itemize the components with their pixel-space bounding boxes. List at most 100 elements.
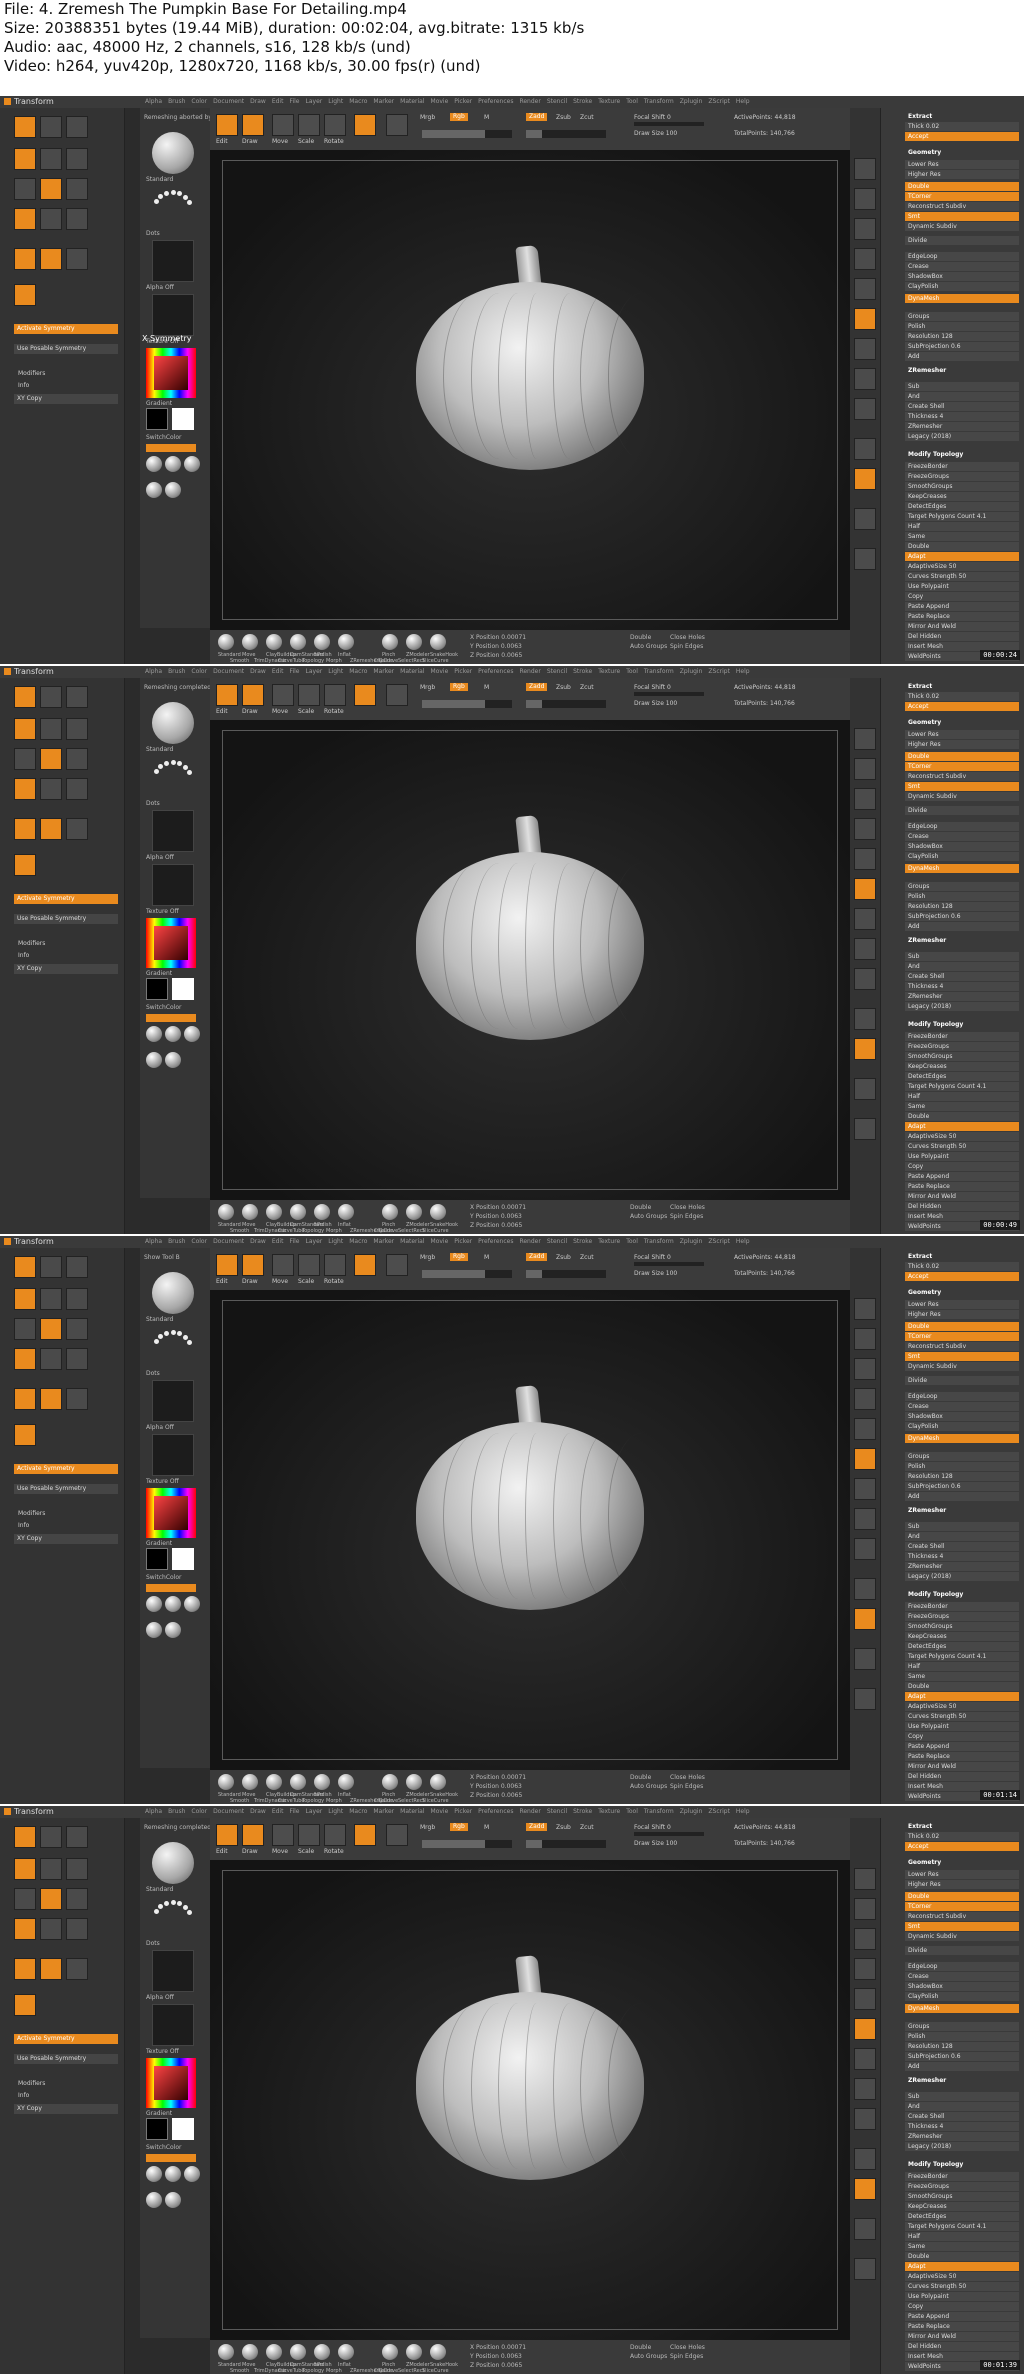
brush-icon[interactable] — [218, 2344, 234, 2360]
view-control-button[interactable] — [854, 1988, 876, 2010]
tool-button[interactable] — [14, 148, 36, 170]
focal-shift-slider[interactable] — [634, 1832, 704, 1836]
palette-item[interactable]: KeepCreases — [905, 492, 1019, 501]
brush-icon[interactable] — [382, 1204, 398, 1220]
menu-item[interactable]: Light — [328, 1806, 343, 1818]
rgb-toggle[interactable]: Rgb — [450, 683, 468, 691]
menu-item[interactable]: Transform — [644, 666, 674, 678]
brush-field[interactable]: Close Holes — [670, 634, 705, 641]
material-icon[interactable] — [184, 2166, 200, 2182]
palette-item[interactable]: Smt — [905, 1352, 1019, 1361]
toolbar-button[interactable] — [354, 1824, 376, 1846]
palette-item[interactable]: Groups — [905, 1452, 1019, 1461]
tool-button[interactable] — [14, 116, 36, 138]
palette-item[interactable]: Double — [905, 1892, 1019, 1901]
palette-item[interactable]: Half — [905, 1092, 1019, 1101]
brush-field[interactable]: Y Position 0.0063 — [470, 1783, 522, 1790]
palette-item[interactable]: DynaMesh — [905, 864, 1019, 873]
toolbar-button[interactable] — [386, 114, 408, 136]
palette-item[interactable]: DetectEdges — [905, 1072, 1019, 1081]
palette-item[interactable]: Higher Res — [905, 170, 1019, 179]
z-intensity-slider[interactable] — [526, 700, 606, 708]
brush-icon[interactable] — [314, 1774, 330, 1790]
color-picker-icon[interactable] — [146, 918, 196, 968]
palette-item[interactable]: Geometry — [905, 148, 1019, 157]
menu-item[interactable]: Brush — [168, 666, 185, 678]
menu-item[interactable]: ZScript — [708, 1236, 730, 1248]
palette-item[interactable]: Add — [905, 2062, 1019, 2071]
menu-item[interactable]: Macro — [349, 1236, 367, 1248]
menu-item[interactable]: Color — [191, 666, 207, 678]
palette-item[interactable]: Dynamic Subdiv — [905, 222, 1019, 231]
palette-item[interactable]: SmoothGroups — [905, 1052, 1019, 1061]
z-intensity-slider[interactable] — [526, 1270, 606, 1278]
alpha-off-icon[interactable] — [152, 810, 194, 852]
view-control-button[interactable] — [854, 308, 876, 330]
menu-item[interactable]: Alpha — [145, 666, 162, 678]
palette-item[interactable]: Target Polygons Count 4.1 — [905, 512, 1019, 521]
palette-item[interactable]: Polish — [905, 322, 1019, 331]
tool-button[interactable] — [40, 178, 62, 200]
palette-item[interactable]: Add — [905, 922, 1019, 931]
menu-item[interactable]: Help — [736, 96, 750, 108]
material-icon[interactable] — [146, 1622, 162, 1638]
view-control-button[interactable] — [854, 248, 876, 270]
view-control-button[interactable] — [854, 818, 876, 840]
palette-item[interactable]: FreezeBorder — [905, 462, 1019, 471]
view-control-button[interactable] — [854, 188, 876, 210]
view-control-button[interactable] — [854, 1328, 876, 1350]
view-control-button[interactable] — [854, 1508, 876, 1530]
toolbar-button[interactable] — [272, 1824, 294, 1846]
brush-field[interactable]: Z Position 0.0065 — [470, 1222, 522, 1229]
palette-item[interactable]: Same — [905, 532, 1019, 541]
tool-button[interactable] — [14, 1826, 36, 1848]
zsub-label[interactable]: Zsub — [556, 1824, 571, 1831]
alpha-off-icon[interactable] — [152, 240, 194, 282]
palette-item[interactable]: Paste Replace — [905, 1182, 1019, 1191]
menu-item[interactable]: ZScript — [708, 666, 730, 678]
view-control-button[interactable] — [854, 1958, 876, 1980]
palette-item[interactable]: Paste Replace — [905, 2322, 1019, 2331]
palette-item[interactable]: Adapt — [905, 1122, 1019, 1131]
palette-item[interactable]: FreezeGroups — [905, 1042, 1019, 1051]
view-control-button[interactable] — [854, 338, 876, 360]
view-control-button[interactable] — [854, 2218, 876, 2240]
standard-brush-icon[interactable] — [152, 1842, 194, 1884]
material-icon[interactable] — [146, 1596, 162, 1612]
tool-button[interactable] — [14, 178, 36, 200]
menu-item[interactable]: Render — [519, 1236, 540, 1248]
tool-button[interactable] — [66, 818, 88, 840]
tool-button[interactable] — [14, 1424, 36, 1446]
palette-item[interactable]: ShadowBox — [905, 1982, 1019, 1991]
palette-item[interactable]: DetectEdges — [905, 2212, 1019, 2221]
toolbar-button[interactable] — [216, 684, 238, 706]
palette-item[interactable]: And — [905, 392, 1019, 401]
palette-item[interactable]: Polish — [905, 2032, 1019, 2041]
menu-item[interactable]: Marker — [373, 666, 394, 678]
palette-item[interactable]: Del Hidden — [905, 1772, 1019, 1781]
palette-item[interactable]: Crease — [905, 1972, 1019, 1981]
menu-item[interactable]: Tool — [626, 666, 638, 678]
palette-item[interactable]: Extract — [905, 1252, 1019, 1261]
menu-item[interactable]: Movie — [431, 1236, 449, 1248]
menu-item[interactable]: Transform — [644, 1806, 674, 1818]
menu-item[interactable]: Texture — [598, 96, 620, 108]
menu-item[interactable]: Texture — [598, 666, 620, 678]
menu-item[interactable]: Movie — [431, 1806, 449, 1818]
menu-item[interactable]: Marker — [373, 96, 394, 108]
brush-field[interactable]: Double — [630, 2344, 651, 2351]
toolbar-button[interactable] — [298, 1824, 320, 1846]
brush-icon[interactable] — [382, 634, 398, 650]
toolbar-button[interactable] — [242, 1824, 264, 1846]
tool-button[interactable] — [40, 1318, 62, 1340]
palette-item[interactable]: Del Hidden — [905, 1202, 1019, 1211]
palette-item[interactable]: ShadowBox — [905, 1412, 1019, 1421]
palette-item[interactable]: Mirror And Weld — [905, 1192, 1019, 1201]
palette-item[interactable]: KeepCreases — [905, 2202, 1019, 2211]
palette-item[interactable]: Create Shell — [905, 1542, 1019, 1551]
brush-icon[interactable] — [290, 2344, 306, 2360]
view-control-button[interactable] — [854, 1078, 876, 1100]
view-control-button[interactable] — [854, 1418, 876, 1440]
menu-item[interactable]: Color — [191, 96, 207, 108]
menu-item[interactable]: Transform — [644, 1236, 674, 1248]
